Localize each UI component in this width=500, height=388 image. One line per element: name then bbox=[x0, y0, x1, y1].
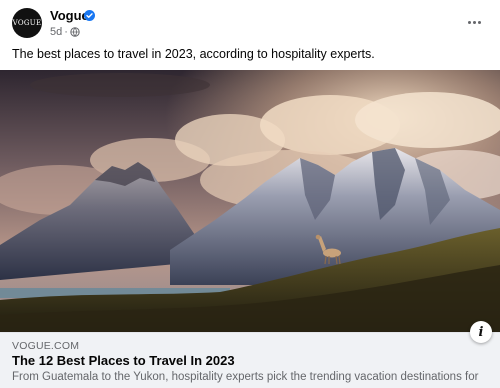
post-header: VOGUE Vogue 5d · bbox=[0, 0, 500, 44]
mountain-landscape-image bbox=[0, 70, 500, 332]
link-preview[interactable]: VOGUE.COM The 12 Best Places to Travel I… bbox=[0, 332, 500, 388]
facebook-post: VOGUE Vogue 5d · The best places to trav… bbox=[0, 0, 500, 388]
info-icon: i bbox=[478, 324, 484, 340]
page-avatar[interactable]: VOGUE bbox=[12, 8, 42, 38]
link-domain: VOGUE.COM bbox=[12, 340, 80, 352]
more-dot bbox=[477, 20, 481, 24]
post-image[interactable] bbox=[0, 70, 500, 332]
more-dot bbox=[467, 20, 471, 24]
post-meta: 5d · bbox=[50, 26, 80, 38]
link-title[interactable]: The 12 Best Places to Travel In 2023 bbox=[12, 353, 235, 368]
avatar-logo-text: VOGUE bbox=[12, 19, 42, 27]
post-caption: The best places to travel in 2023, accor… bbox=[12, 47, 375, 61]
more-dot bbox=[472, 20, 476, 24]
more-options-button[interactable] bbox=[464, 12, 484, 32]
info-button[interactable]: i bbox=[470, 321, 492, 343]
page-name[interactable]: Vogue bbox=[50, 8, 89, 23]
link-description: From Guatemala to the Yukon, hospitality… bbox=[12, 371, 482, 383]
globe-icon bbox=[70, 27, 80, 37]
post-timestamp[interactable]: 5d bbox=[50, 26, 62, 38]
verified-badge-icon bbox=[84, 10, 95, 21]
meta-separator: · bbox=[64, 26, 68, 38]
